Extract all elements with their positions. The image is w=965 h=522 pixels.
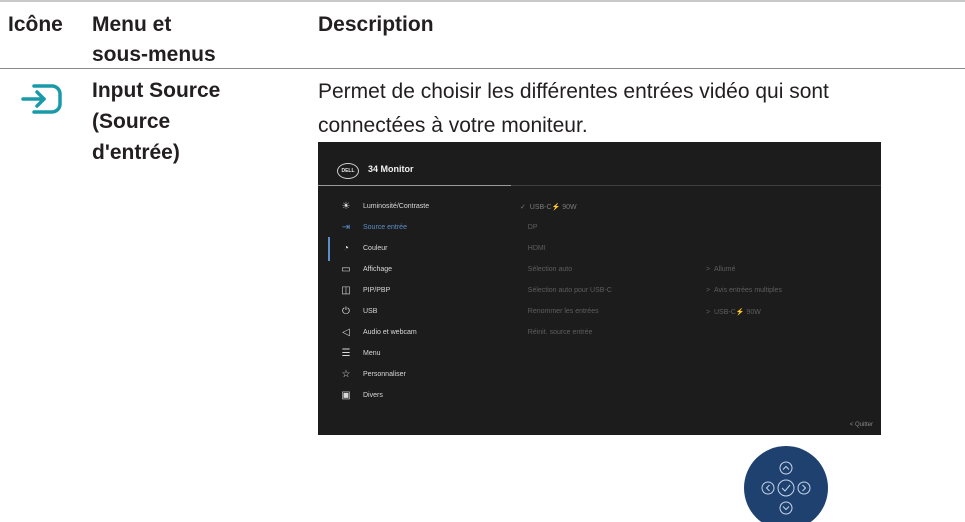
joystick-icon xyxy=(744,446,828,522)
osd-active-indicator xyxy=(328,237,330,261)
power-delivery-icon: ⚡ xyxy=(551,204,561,211)
osd-menu-item-color[interactable]: ◔ Couleur xyxy=(340,238,388,258)
osd-menu-item-label: Menu xyxy=(363,349,381,357)
chevron-right-icon: > xyxy=(706,287,711,294)
osd-option-label: HDMI xyxy=(527,245,546,252)
header-menu-col: Menu et sous-menus xyxy=(92,10,216,70)
osd-menu-item-label: Audio et webcam xyxy=(363,328,417,336)
osd-menu-item-usb[interactable]: ⏻ USB xyxy=(340,301,377,321)
input-icon: ⇥ xyxy=(341,221,351,233)
osd-option-suffix: 90W xyxy=(562,204,577,211)
osd-option-label: USB-C xyxy=(529,204,552,211)
osd-option-label: Réinit. source entrée xyxy=(527,329,593,336)
osd-option-auto-select-usbc[interactable]: Sélection auto pour USB-C xyxy=(520,287,612,294)
osd-menu-item-label: Couleur xyxy=(363,244,388,252)
header-menu-line1: Menu et xyxy=(92,13,172,36)
osd-menu-screenshot: DELL 34 Monitor ☀ Luminosité/Contraste ⇥… xyxy=(318,142,881,435)
star-icon: ☆ xyxy=(341,368,351,380)
header-icon-col: Icône xyxy=(8,13,63,36)
osd-option-hdmi[interactable]: HDMI xyxy=(520,245,546,252)
chevron-left-icon: < xyxy=(849,422,854,428)
info-icon: ▣ xyxy=(341,389,351,401)
row-name-line2: (Source xyxy=(92,110,171,133)
header-menu-line2: sous-menus xyxy=(92,43,216,66)
osd-menu-item-input-source[interactable]: ⇥ Source entrée xyxy=(340,217,407,237)
osd-menu-item-label: USB xyxy=(363,307,378,315)
osd-option-usbc[interactable]: ✓ USB-C⚡ 90W xyxy=(520,203,577,211)
chevron-right-icon: > xyxy=(706,266,711,273)
osd-menu-item-brightness[interactable]: ☀ Luminosité/Contraste xyxy=(340,196,430,216)
row-description-line2: connectées à votre moniteur. xyxy=(318,114,588,137)
osd-option-label: Renommer les entrées xyxy=(527,308,599,315)
row-description: Permet de choisir les différentes entrée… xyxy=(318,75,948,143)
osd-menu-item-label: Source entrée xyxy=(363,223,407,231)
pip-icon: ◫ xyxy=(341,284,351,296)
osd-option-auto-select[interactable]: Sélection auto xyxy=(520,266,572,273)
osd-option-dp[interactable]: DP xyxy=(520,224,538,231)
chevron-right-icon: > xyxy=(706,309,711,316)
osd-menu-item-label: PIP/PBP xyxy=(363,286,391,294)
row-name-line1: Input Source xyxy=(92,79,221,102)
row-description-line1: Permet de choisir les différentes entrée… xyxy=(318,80,829,103)
osd-quit[interactable]: < Quitter xyxy=(850,422,873,428)
top-rule xyxy=(0,0,965,2)
osd-value-rename-inputs: > USB-C⚡ 90W xyxy=(706,309,761,316)
checkmark-icon: ✓ xyxy=(520,204,526,211)
palette-icon: ◔ xyxy=(342,242,350,254)
input-source-icon xyxy=(21,84,62,114)
osd-menu-item-pip[interactable]: ◫ PIP/PBP xyxy=(340,280,390,300)
power-delivery-icon: ⚡ xyxy=(735,309,745,316)
osd-header-divider xyxy=(511,185,881,186)
osd-option-label: DP xyxy=(527,224,538,231)
osd-menu-item-others[interactable]: ▣ Divers xyxy=(340,385,383,405)
display-icon: ▭ xyxy=(341,263,351,275)
osd-option-label: Sélection auto xyxy=(527,266,573,273)
osd-menu-item-label: Luminosité/Contraste xyxy=(363,202,430,210)
header-divider xyxy=(0,68,965,69)
osd-option-reset-input[interactable]: Réinit. source entrée xyxy=(520,329,593,336)
osd-menu-item-display[interactable]: ▭ Affichage xyxy=(340,259,392,279)
osd-option-label: Sélection auto pour USB-C xyxy=(527,287,612,294)
menu-icon: ☰ xyxy=(341,347,351,359)
osd-menu-item-label: Divers xyxy=(363,391,383,399)
osd-menu-item-label: Personnaliser xyxy=(363,370,406,378)
osd-title: 34 Monitor xyxy=(368,164,414,174)
osd-quit-label: Quitter xyxy=(854,422,873,428)
osd-option-rename-inputs[interactable]: Renommer les entrées xyxy=(520,308,599,315)
row-name: Input Source (Source d'entrée) xyxy=(92,75,282,168)
usb-icon: ⏻ xyxy=(342,305,350,317)
dell-logo: DELL xyxy=(337,163,359,179)
osd-header: DELL 34 Monitor xyxy=(318,142,881,185)
osd-header-divider-active xyxy=(318,185,511,186)
osd-value-auto-select: > Allumé xyxy=(706,266,736,273)
speaker-icon: ◁ xyxy=(342,326,350,338)
osd-value-auto-select-usbc: > Avis entrées multiples xyxy=(706,287,782,294)
osd-menu-item-label: Affichage xyxy=(363,265,393,273)
row-name-line3: d'entrée) xyxy=(92,141,180,164)
osd-menu-item-audio[interactable]: ◁ Audio et webcam xyxy=(340,322,417,342)
osd-menu-item-personalize[interactable]: ☆ Personnaliser xyxy=(340,364,406,384)
brightness-icon: ☀ xyxy=(341,200,351,212)
osd-menu-item-menu[interactable]: ☰ Menu xyxy=(340,343,381,363)
header-description-col: Description xyxy=(318,13,434,36)
